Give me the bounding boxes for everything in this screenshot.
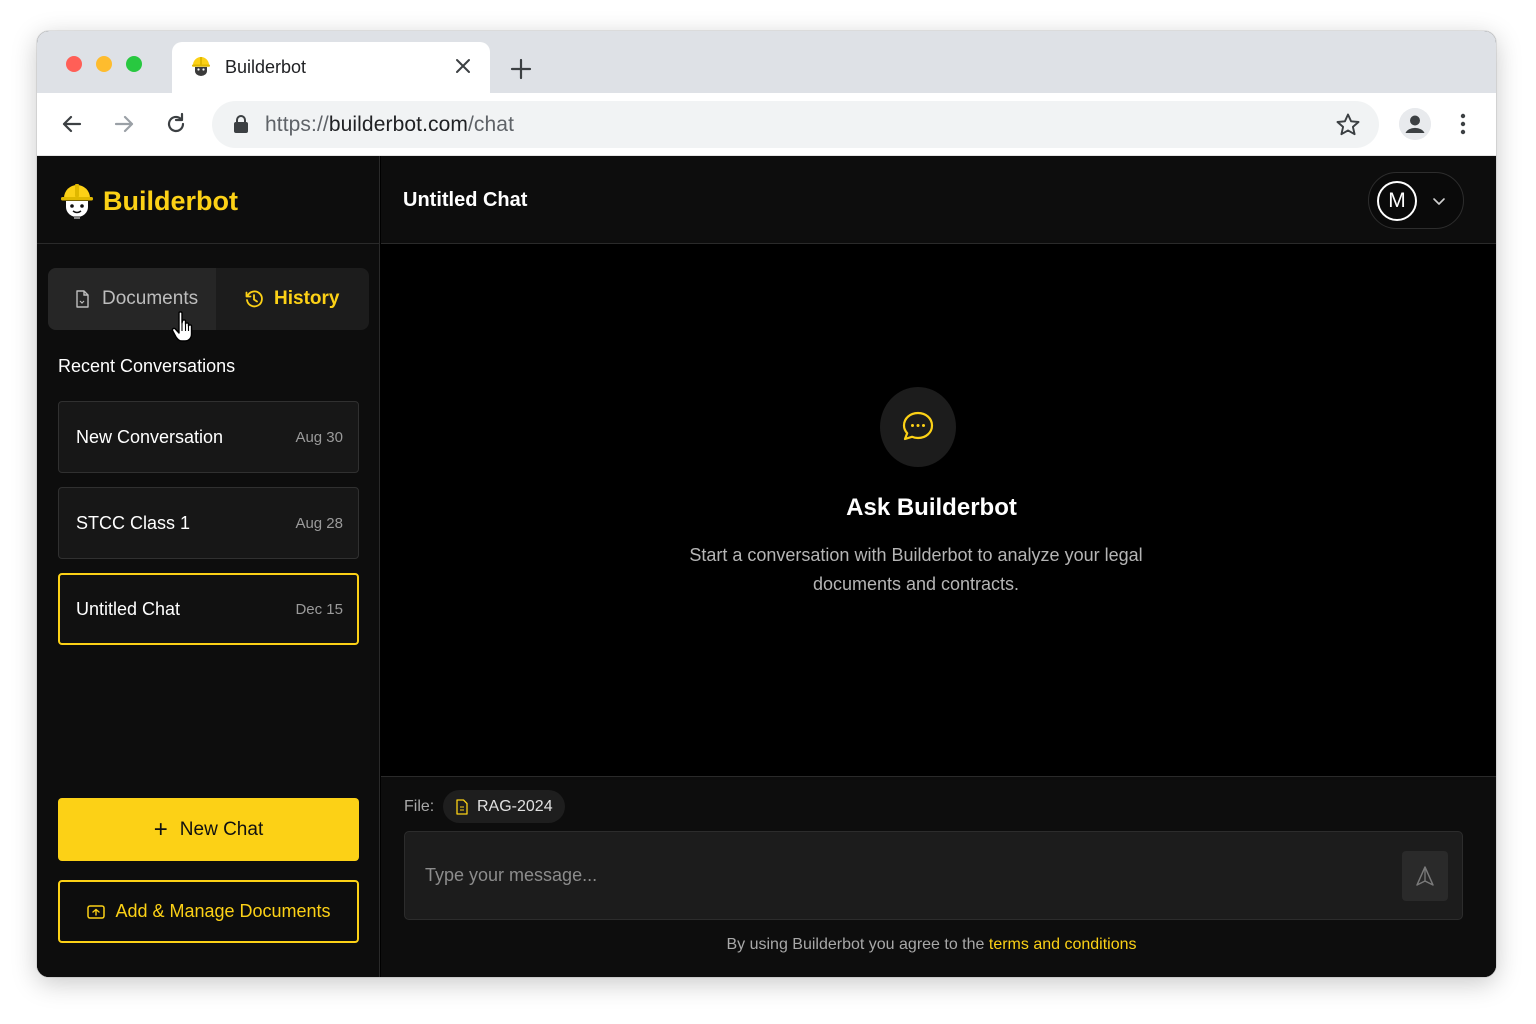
conversation-title: New Conversation	[76, 427, 224, 447]
url-text: https://builderbot.com/chat	[265, 113, 515, 136]
empty-state-badge	[880, 387, 956, 467]
chat-title: Untitled Chat	[403, 189, 528, 211]
conversation-item-active[interactable]: Untitled Chat Dec 15	[58, 573, 359, 645]
conversation-date: Dec 15	[295, 601, 343, 618]
address-bar[interactable]: https://builderbot.com/chat	[212, 101, 1379, 148]
new-chat-button[interactable]: + New Chat	[58, 798, 359, 861]
send-button[interactable]	[1402, 851, 1448, 901]
conversation-item[interactable]: New Conversation Aug 30	[58, 401, 359, 473]
conversation-title: Untitled Chat	[76, 599, 181, 619]
brand-header: Builderbot	[37, 156, 380, 244]
builderbot-app: Builderbot Documents History Recent Conv…	[37, 156, 1496, 977]
lock-icon	[234, 115, 248, 133]
conversation-date: Aug 30	[295, 429, 343, 446]
builderbot-favicon-icon	[192, 57, 210, 76]
recent-conversations-heading: Recent Conversations	[58, 356, 236, 376]
browser-window: Builderbot https://builderbot.com/chat B…	[37, 31, 1496, 977]
forward-arrow-icon[interactable]	[110, 110, 138, 138]
conversation-title: STCC Class 1	[76, 513, 191, 533]
conversation-item[interactable]: STCC Class 1 Aug 28	[58, 487, 359, 559]
file-label: File:	[404, 798, 435, 815]
sidebar-tabs: Documents History	[48, 268, 369, 330]
bookmark-star-icon[interactable]	[1335, 112, 1361, 138]
tab-history-label: History	[274, 288, 340, 309]
minimize-window-button[interactable]	[96, 56, 112, 72]
close-window-button[interactable]	[66, 56, 82, 72]
sidebar: Builderbot Documents History Recent Conv…	[37, 156, 380, 977]
folder-upload-icon	[87, 904, 106, 919]
send-icon	[1416, 866, 1434, 886]
message-box	[404, 831, 1463, 920]
chat-bubble-icon	[902, 411, 934, 441]
browser-profile-icon[interactable]	[1399, 108, 1431, 140]
tab-history[interactable]: History	[216, 268, 369, 330]
close-tab-icon[interactable]	[451, 54, 475, 78]
terms-link[interactable]: terms and conditions	[989, 936, 1137, 953]
message-composer: File: RAG-2024 Type your message... By u…	[381, 776, 1496, 977]
reload-icon[interactable]	[162, 110, 190, 138]
new-chat-label: New Chat	[179, 818, 264, 840]
new-tab-icon[interactable]	[507, 55, 535, 83]
tab-strip: Builderbot	[37, 31, 1496, 93]
browser-toolbar: https://builderbot.com/chat	[37, 93, 1496, 156]
tab-documents[interactable]: Documents	[48, 268, 216, 330]
terms-prefix: By using Builderbot you agree to the	[726, 936, 985, 953]
avatar: M	[1377, 181, 1417, 221]
terms-notice: By using Builderbot you agree to the ter…	[381, 936, 1496, 954]
builderbot-logo-icon	[61, 184, 93, 219]
chevron-down-icon	[1433, 198, 1445, 205]
clock-icon	[245, 290, 263, 308]
attached-file-name: RAG-2024	[477, 797, 553, 815]
attached-file-chip[interactable]: RAG-2024	[443, 790, 565, 823]
tab-title: Builderbot	[225, 57, 307, 77]
browser-tab[interactable]: Builderbot	[172, 42, 490, 93]
chat-main: Untitled Chat M Ask Builderbot Start a c…	[381, 156, 1496, 977]
back-arrow-icon[interactable]	[58, 110, 86, 138]
maximize-window-button[interactable]	[126, 56, 142, 72]
empty-state-title: Ask Builderbot	[846, 494, 1017, 521]
manage-documents-label: Add & Manage Documents	[115, 901, 331, 921]
tab-documents-label: Documents	[102, 288, 199, 309]
brand-name: Builderbot	[103, 186, 238, 216]
file-icon	[456, 798, 468, 815]
empty-state-description: Start a conversation with Builderbot to …	[689, 545, 1143, 594]
browser-menu-icon[interactable]	[1451, 110, 1475, 138]
chat-header: Untitled Chat M	[381, 156, 1496, 244]
message-input[interactable]	[405, 832, 1385, 919]
plus-icon: +	[153, 815, 168, 843]
manage-documents-button[interactable]: Add & Manage Documents	[58, 880, 359, 943]
user-menu-button[interactable]: M	[1368, 172, 1464, 229]
conversation-date: Aug 28	[295, 515, 343, 532]
document-icon	[76, 290, 89, 308]
